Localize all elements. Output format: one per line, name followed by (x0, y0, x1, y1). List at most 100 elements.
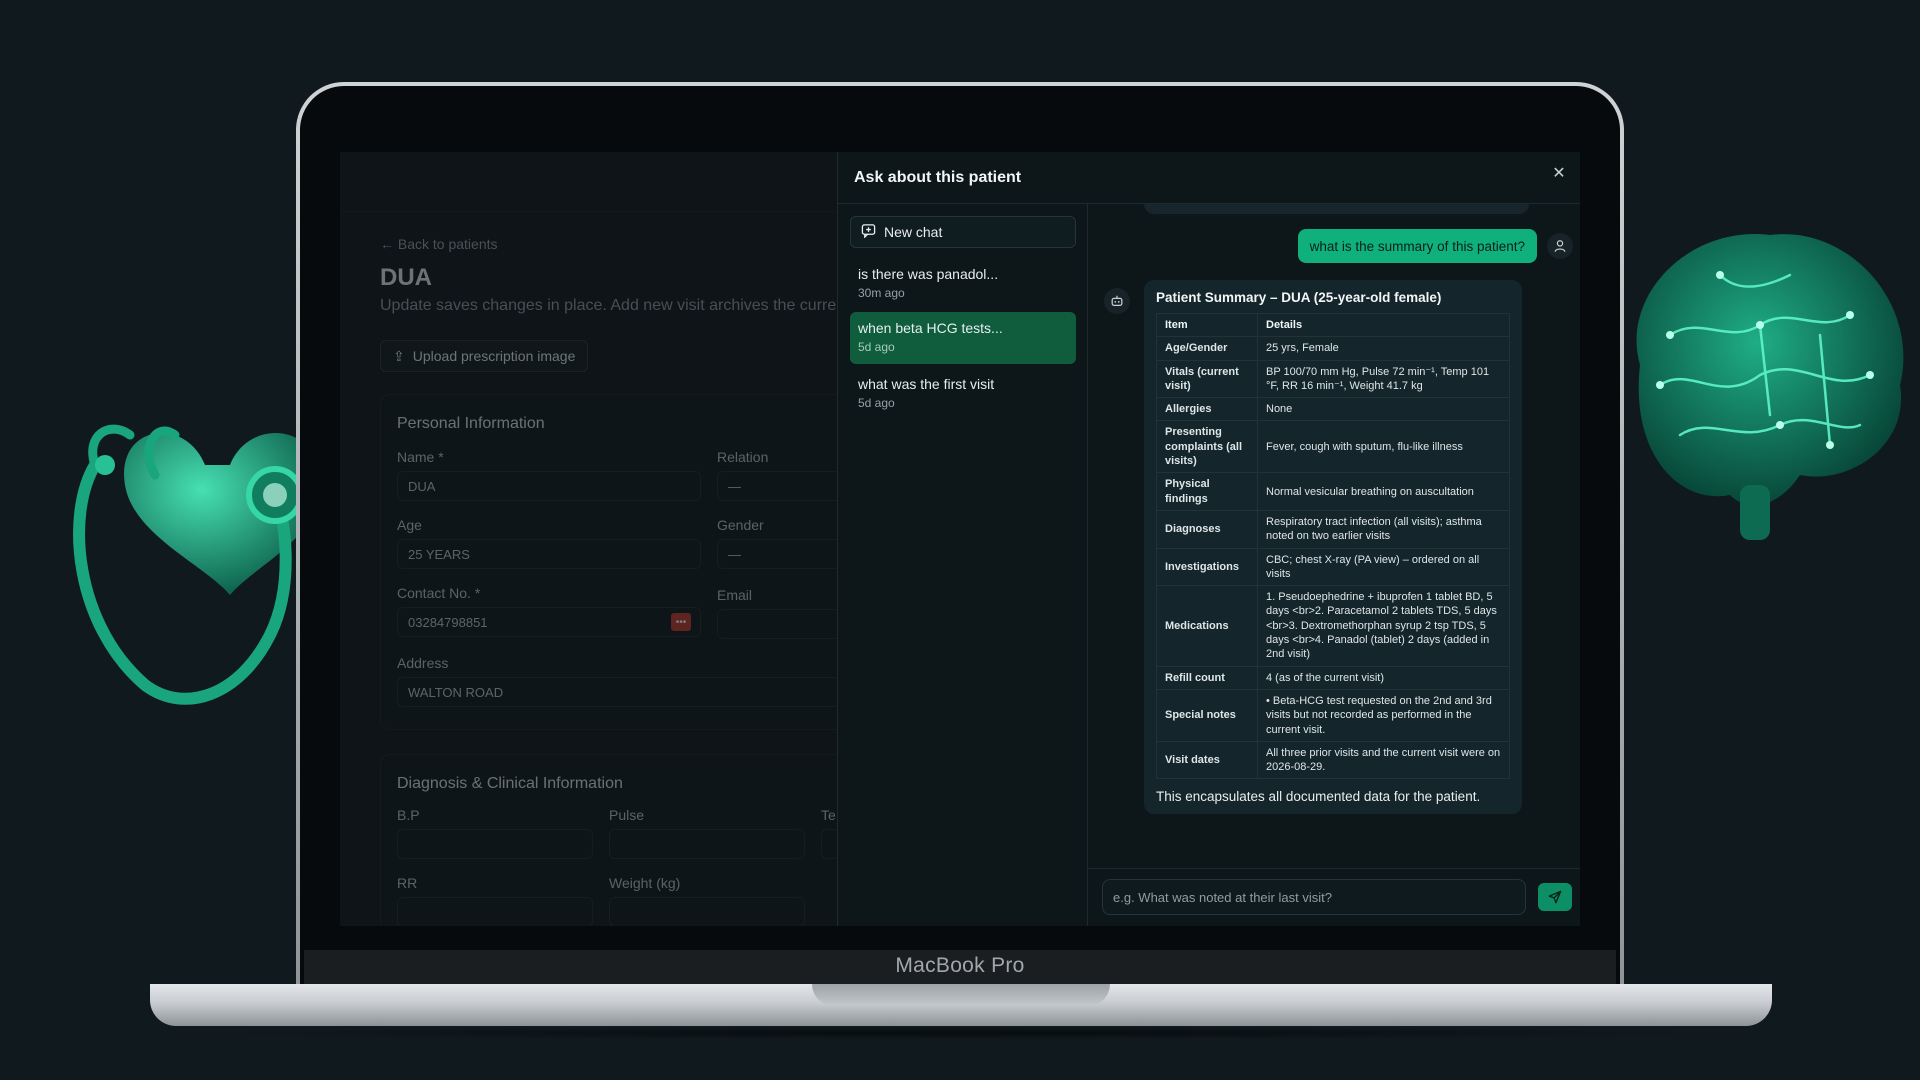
conversation-title: is there was panadol... (858, 266, 999, 282)
table-row: Vitals (current visit) BP 100/70 mm Hg, P… (1156, 359, 1510, 399)
laptop-shadow (170, 1026, 1752, 1040)
summary-footer: This encapsulates all documented data fo… (1156, 789, 1481, 805)
bp-label: B.P (397, 807, 420, 823)
upload-prescription-button[interactable]: ⇪ Upload prescription image (380, 340, 589, 372)
stethoscope-heart-illustration (73, 424, 315, 705)
row-details: All three prior visits and the current v… (1257, 740, 1510, 780)
bp-input[interactable] (397, 829, 593, 859)
row-details: 1. Pseudoephedrine + ibuprofen 1 tablet … (1257, 585, 1510, 667)
address-label: Address (397, 655, 449, 671)
table-row: Age/Gender 25 yrs, Female (1156, 336, 1510, 361)
row-item: Age/Gender (1156, 336, 1258, 361)
conversation-item[interactable]: what was the first visit 5d ago (850, 368, 1076, 420)
patient-summary-table: Item Details Age/Gender 25 yrs, Female Vi… (1156, 312, 1510, 780)
email-input[interactable] (717, 609, 857, 639)
age-label: Age (397, 517, 422, 533)
name-label: Name * (397, 449, 444, 465)
email-label: Email (717, 587, 753, 603)
card-title: Personal Information (397, 415, 545, 432)
patient-name-title: DUA (380, 264, 432, 291)
row-item: Allergies (1156, 397, 1258, 422)
weight-label: Weight (kg) (609, 875, 681, 891)
rr-label: RR (397, 875, 418, 891)
app-screen: ← Back to patients DUA Update saves chan… (340, 152, 1580, 926)
send-icon[interactable] (1538, 883, 1572, 911)
contact-input[interactable]: 03284798851 (397, 607, 701, 637)
summary-title: Patient Summary – DUA (25-year-old femal… (1156, 290, 1442, 305)
new-chat-button[interactable]: New chat (850, 216, 1076, 248)
user-avatar-icon (1547, 233, 1573, 259)
conversation-time: 5d ago (858, 340, 895, 354)
gender-label: Gender (717, 517, 764, 533)
pulse-input[interactable] (609, 829, 805, 859)
chat-plus-icon (861, 223, 876, 241)
conversation-sidebar: New chat is there was panadol... 30m ago… (838, 204, 1088, 926)
gender-select[interactable]: — (717, 539, 857, 569)
panel-title: Ask about this patient (854, 168, 1022, 186)
column-header: Details (1257, 312, 1510, 338)
rr-input[interactable] (397, 897, 593, 926)
page-subtitle: Update saves changes in place. Add new v… (380, 297, 837, 314)
panel-header: Ask about this patient (838, 152, 1580, 204)
close-icon[interactable]: ✕ (1548, 162, 1570, 184)
address-input[interactable]: WALTON ROAD (397, 677, 857, 707)
table-row: Medications 1. Pseudoephedrine + ibuprofe… (1156, 585, 1510, 667)
relation-input[interactable]: — (717, 471, 857, 501)
row-item: Visit dates (1156, 740, 1258, 780)
chat-composer (1088, 868, 1580, 926)
table-row: Allergies None (1156, 397, 1510, 422)
patient-chat-panel: Ask about this patient ✕ New chat is the… (837, 152, 1580, 926)
conversation-item-active[interactable]: when beta HCG tests... 5d ago (850, 312, 1076, 364)
weight-input[interactable] (609, 897, 805, 926)
row-details: Respiratory tract infection (all visits)… (1257, 509, 1510, 549)
row-details: BP 100/70 mm Hg, Pulse 72 min⁻¹, Temp 10… (1257, 359, 1510, 399)
message-area[interactable]: what is the summary of this patient? Pat… (1088, 204, 1580, 868)
arrow-left-icon: ← (380, 236, 398, 252)
table-row: Visit dates All three prior visits and th… (1156, 740, 1510, 780)
table-row: Presenting complaints (all visits) Fever,… (1156, 420, 1510, 474)
row-item: Vitals (current visit) (1156, 359, 1258, 399)
table-row: Investigations CBC; chest X-ray (PA view)… (1156, 547, 1510, 587)
back-to-patients-link[interactable]: ← Back to patients (380, 236, 498, 252)
brain-illustration (1636, 234, 1904, 540)
patient-form: ← Back to patients DUA Update saves chan… (340, 152, 881, 926)
row-item: Presenting complaints (all visits) (1156, 420, 1258, 474)
table-row: Diagnoses Respiratory tract infection (al… (1156, 509, 1510, 549)
app-topbar (340, 152, 837, 212)
card-title: Diagnosis & Clinical Information (397, 775, 623, 792)
row-details: Normal vesicular breathing on auscultati… (1257, 472, 1510, 511)
bot-avatar-icon (1104, 288, 1130, 314)
previous-message-bubble (1144, 204, 1529, 214)
clinical-information-card: Diagnosis & Clinical Information B.P Pul… (380, 754, 881, 926)
assistant-message: Patient Summary – DUA (25-year-old femal… (1144, 280, 1522, 815)
row-details: CBC; chest X-ray (PA view) – ordered on … (1257, 547, 1510, 587)
age-input[interactable]: 25 YEARS (397, 539, 701, 569)
relation-label: Relation (717, 449, 769, 465)
conversation-time: 5d ago (858, 396, 895, 410)
row-details: 25 yrs, Female (1257, 336, 1510, 361)
row-item: Special notes (1156, 688, 1258, 742)
row-item: Refill count (1156, 665, 1258, 690)
table-row: Special notes • Beta-HCG test requested o… (1156, 688, 1510, 742)
conversation-title: when beta HCG tests... (858, 320, 1003, 336)
temperature-label: Te (821, 807, 836, 823)
personal-information-card: Personal Information Name * DUA Relation… (380, 394, 857, 730)
row-item: Investigations (1156, 547, 1258, 587)
row-details: 4 (as of the current visit) (1257, 665, 1510, 690)
row-details: None (1257, 397, 1510, 422)
table-row: Refill count 4 (as of the current visit) (1156, 665, 1510, 690)
password-manager-icon[interactable]: ••• (671, 613, 691, 631)
upload-icon: ⇪ (393, 347, 405, 364)
pulse-label: Pulse (609, 807, 645, 823)
conversation-time: 30m ago (858, 286, 905, 300)
contact-label: Contact No. * (397, 585, 481, 601)
row-item: Diagnoses (1156, 509, 1258, 549)
column-header: Item (1156, 312, 1258, 338)
chat-input[interactable] (1102, 879, 1526, 915)
row-item: Physical findings (1156, 472, 1258, 511)
name-input[interactable]: DUA (397, 471, 701, 501)
conversation-item[interactable]: is there was panadol... 30m ago (850, 258, 1076, 310)
row-item: Medications (1156, 585, 1258, 667)
laptop-notch (812, 984, 1110, 1006)
row-details: • Beta-HCG test requested on the 2nd and… (1257, 688, 1510, 742)
